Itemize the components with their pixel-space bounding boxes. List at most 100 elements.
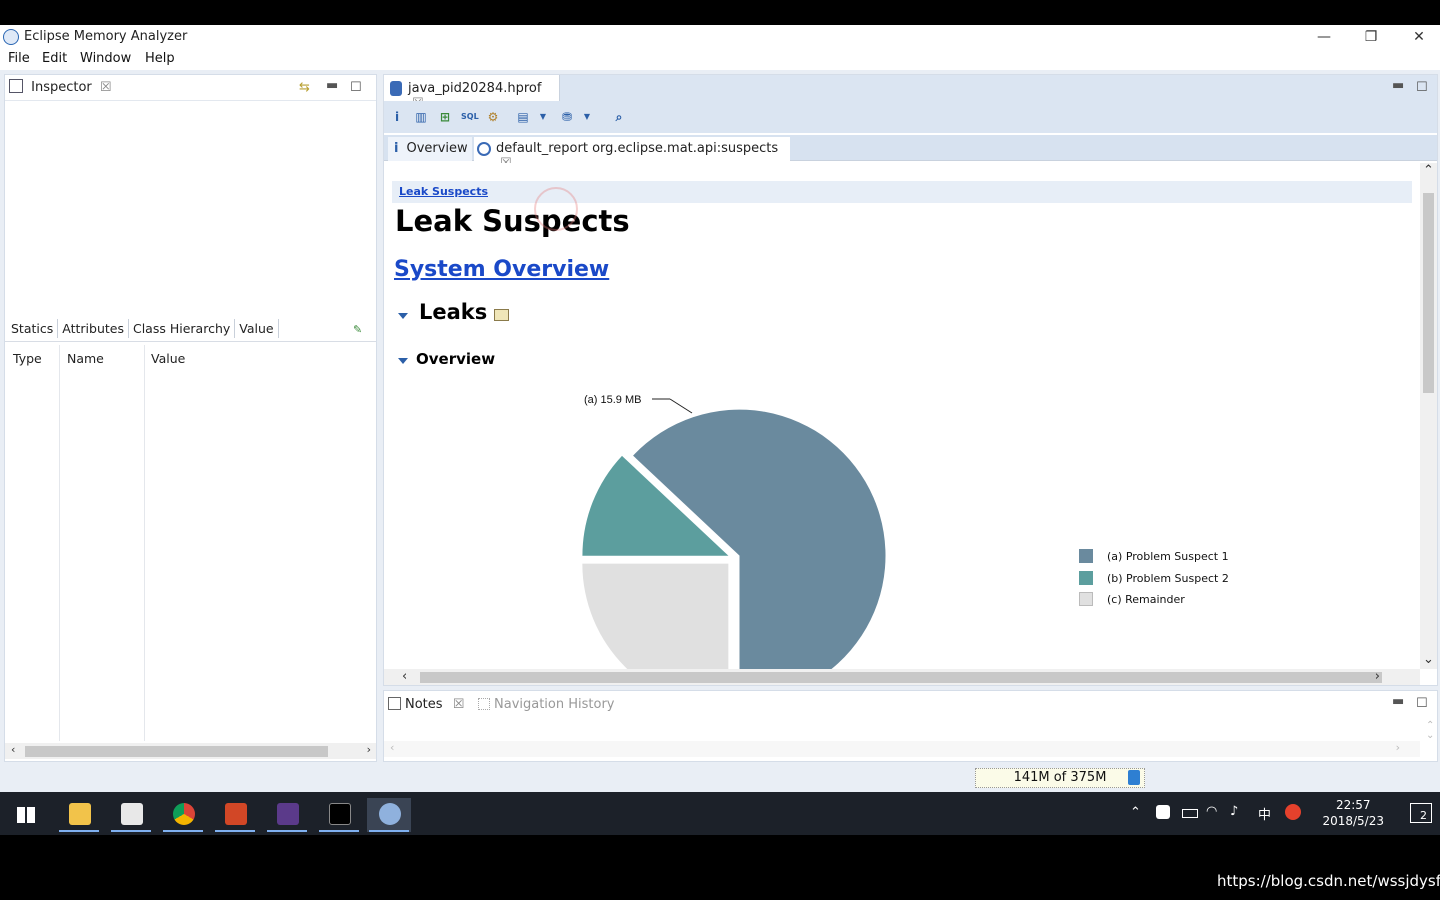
dominator-tree-icon[interactable]: ⊞	[437, 109, 453, 125]
query-browser-icon[interactable]: ▤	[515, 109, 531, 125]
taskbar-powerpoint[interactable]	[213, 798, 257, 832]
inspector-h-scrollbar[interactable]: ‹ ›	[5, 743, 376, 759]
tab-value[interactable]: Value	[235, 319, 279, 338]
title-bar: Eclipse Memory Analyzer — ❐ ✕	[0, 25, 1440, 49]
scroll-thumb[interactable]	[25, 746, 328, 757]
minimize-view-icon[interactable]: ▬	[1392, 694, 1404, 709]
maximize-view-icon[interactable]: ☐	[1416, 696, 1428, 711]
pie-label-leader	[669, 398, 693, 414]
dropdown-icon[interactable]: ▼	[579, 109, 595, 125]
menu-file[interactable]: File	[8, 51, 30, 66]
navigation-history-label: Navigation History	[494, 697, 615, 712]
wifi-icon[interactable]: ◠	[1206, 804, 1217, 819]
minimize-view-icon[interactable]: ▬	[326, 78, 338, 93]
security-icon[interactable]	[1156, 805, 1170, 819]
taskbar-eclipse[interactable]	[265, 798, 309, 832]
notes-tab-label: Notes	[405, 697, 443, 712]
taskbar-active-indicator	[215, 830, 255, 832]
link-selection-icon[interactable]: ⇆	[299, 80, 310, 95]
editor-toolbar: i ▥ ⊞ SQL ⚙ ▤ ▼ ⛃ ▼ ⌕	[384, 101, 1437, 133]
notes-tab[interactable]: Notes ☒	[388, 697, 464, 712]
taskbar-file-explorer[interactable]	[57, 798, 101, 832]
report-h-scrollbar[interactable]: ‹ ›	[384, 669, 1420, 685]
show-hidden-icons-icon[interactable]: ⌃	[1130, 805, 1141, 820]
info-icon: i	[394, 141, 399, 156]
scroll-left-icon[interactable]: ‹	[402, 669, 407, 684]
taskbar-active-indicator	[319, 830, 359, 832]
scroll-right-icon[interactable]: ›	[367, 743, 371, 756]
inspector-tab[interactable]: Inspector ☒	[9, 79, 112, 99]
navigation-history-tab[interactable]: Navigation History	[478, 697, 615, 712]
scroll-left-icon[interactable]: ‹	[11, 743, 15, 756]
tab-class-hierarchy[interactable]: Class Hierarchy	[129, 319, 236, 338]
dropdown-icon[interactable]: ▼	[535, 109, 551, 125]
navigation-history-icon	[478, 698, 490, 710]
histogram-icon[interactable]: ▥	[413, 109, 429, 125]
tab-overview[interactable]: i Overview	[388, 137, 472, 161]
column-value[interactable]: Value	[151, 351, 185, 366]
pie-slice-remainder	[582, 563, 729, 669]
legend-swatch	[1079, 592, 1093, 606]
close-icon[interactable]: ☒	[100, 80, 112, 95]
heap-dump-overview-icon[interactable]: ⚙	[485, 109, 501, 125]
spinner-icon[interactable]: ⌃ ⌄	[1426, 721, 1434, 741]
scroll-thumb[interactable]	[420, 672, 1382, 683]
scroll-up-icon[interactable]: ⌃	[1423, 163, 1434, 178]
maximize-view-icon[interactable]: ☐	[1416, 80, 1428, 95]
taskbar-memory-analyzer[interactable]	[367, 798, 411, 832]
report-v-scrollbar[interactable]: ⌃ ⌄	[1420, 163, 1437, 669]
taskbar-active-indicator	[111, 830, 151, 832]
minimize-button[interactable]: —	[1304, 27, 1344, 47]
start-button[interactable]	[4, 798, 48, 832]
tab-attributes[interactable]: Attributes	[58, 319, 129, 338]
hprof-file-tab[interactable]: java_pid20284.hprof ☒	[384, 75, 560, 111]
close-button[interactable]: ✕	[1399, 27, 1439, 47]
taskbar-chrome[interactable]	[161, 798, 205, 832]
mat-icon	[379, 803, 401, 825]
pin-icon[interactable]: ✎	[353, 323, 362, 336]
taskbar-notepad[interactable]	[109, 798, 153, 832]
scroll-down-icon[interactable]: ⌄	[1423, 652, 1434, 667]
editor-tab-row: java_pid20284.hprof ☒ ▬ ☐	[384, 75, 1437, 111]
sogou-input-icon[interactable]	[1285, 804, 1301, 820]
pie-label-a: (a) 15.9 MB	[584, 394, 641, 406]
taskbar-terminal[interactable]	[317, 798, 361, 832]
menu-window[interactable]: Window	[80, 51, 131, 66]
info-icon[interactable]: i	[389, 109, 405, 125]
clock[interactable]: 22:57 2018/5/23	[1322, 797, 1384, 829]
heap-dump-icon[interactable]: ⛃	[559, 109, 575, 125]
taskbar-active-indicator	[59, 830, 99, 832]
menu-help[interactable]: Help	[145, 51, 175, 66]
status-bar: 141M of 375M	[0, 766, 1440, 792]
heap-status-label: 141M of 375M	[1013, 770, 1107, 785]
notes-h-scrollbar[interactable]: ‹ ›	[384, 741, 1420, 757]
windows-icon	[17, 807, 35, 823]
battery-icon[interactable]	[1182, 809, 1198, 818]
column-name[interactable]: Name	[67, 351, 104, 366]
minimize-view-icon[interactable]: ▬	[1392, 78, 1404, 93]
scroll-thumb[interactable]	[1423, 193, 1434, 393]
heap-status[interactable]: 141M of 375M	[975, 768, 1145, 788]
oql-icon[interactable]: SQL	[461, 109, 479, 125]
report-icon	[477, 142, 491, 156]
close-icon[interactable]: ☒	[453, 697, 465, 712]
menu-edit[interactable]: Edit	[42, 51, 67, 66]
column-type[interactable]: Type	[13, 351, 42, 366]
legend-label: (b) Problem Suspect 2	[1107, 572, 1229, 585]
scroll-right-icon[interactable]: ›	[1375, 669, 1380, 684]
report-content: Leak Suspects Leak Suspects System Overv…	[384, 163, 1420, 669]
gc-trash-icon[interactable]	[1128, 770, 1140, 785]
tab-default-report[interactable]: default_report org.eclipse.mat.api:suspe…	[474, 137, 790, 171]
search-icon[interactable]: ⌕	[611, 109, 627, 125]
scroll-left-icon[interactable]: ‹	[390, 741, 394, 754]
maximize-view-icon[interactable]: ☐	[350, 80, 362, 95]
ime-indicator[interactable]: 中	[1258, 804, 1271, 823]
heap-dump-icon	[390, 81, 402, 96]
restore-button[interactable]: ❐	[1351, 27, 1391, 47]
window-title: Eclipse Memory Analyzer	[24, 29, 188, 44]
volume-icon[interactable]: ♪	[1230, 804, 1238, 819]
scroll-right-icon[interactable]: ›	[1396, 741, 1400, 754]
notification-count: 2	[1420, 809, 1427, 822]
terminal-icon	[329, 803, 351, 825]
tab-statics[interactable]: Statics	[7, 319, 59, 338]
